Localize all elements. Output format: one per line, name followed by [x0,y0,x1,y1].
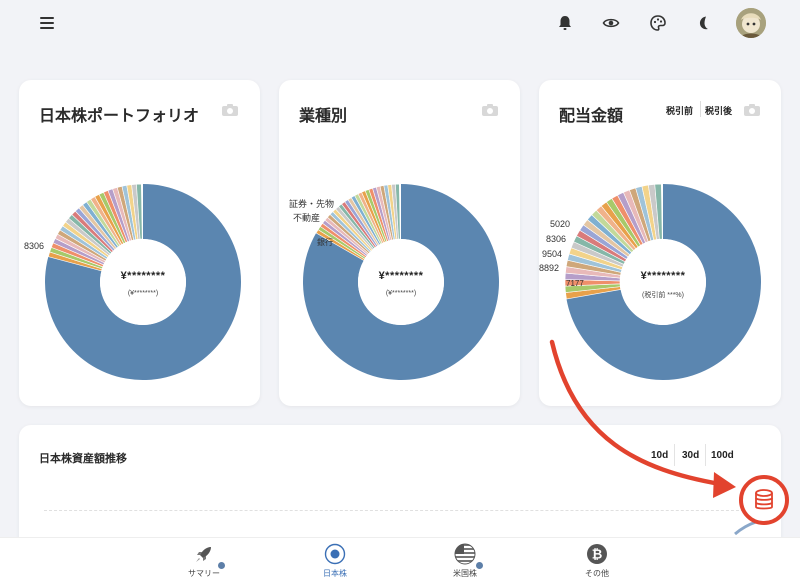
database-icon [755,489,773,510]
range-100d-button[interactable]: 100d [711,450,734,461]
card-title: 日本株ポートフォリオ [39,108,200,125]
donut-hole [358,239,444,325]
hamburger-icon[interactable] [40,15,58,31]
nav-other[interactable]: ₿ その他 [557,538,637,582]
slice-label: 証券・先物 [289,199,335,209]
range-30d-button[interactable]: 30d [682,450,699,461]
card-title: 配当金額 [559,108,624,125]
nav-label: その他 [585,569,609,578]
dividend-total: ¥******** [640,270,686,282]
range-10d-button[interactable]: 10d [651,450,668,461]
bitcoin-icon: ₿ [587,544,607,564]
camera-icon[interactable] [481,103,499,117]
card-title: 業種別 [299,108,348,125]
bell-icon[interactable] [556,14,574,32]
avatar[interactable] [736,8,766,38]
rocket-icon [196,547,211,562]
divider [700,101,701,117]
sector-card: 業種別 ¥******** (¥********) 証券・先物 不動産 銀行 [279,80,520,406]
palette-icon[interactable] [649,14,667,32]
nav-label: サマリー [188,569,220,578]
slice-label: 8892 [539,263,560,273]
camera-icon[interactable] [743,103,761,117]
nav-us-stocks[interactable]: 米国株 [425,538,505,582]
eye-icon[interactable] [602,14,620,32]
nav-label: 米国株 [453,569,477,578]
card-title: 日本株資産額推移 [39,453,127,465]
slice-label: 8306 [546,234,567,244]
slice-label: 5020 [550,219,571,229]
moon-icon[interactable] [696,14,714,32]
divider [674,444,675,466]
donut-hole [100,239,186,325]
portfolio-card: 日本株ポートフォリオ ¥******** (¥********) 8306 [19,80,260,406]
sector-total-sub: (¥********) [385,290,417,297]
nav-summary[interactable]: サマリー [164,538,244,582]
tax-before-toggle[interactable]: 税引前 [666,104,693,117]
slice-label: 不動産 [293,213,321,223]
portfolio-total-sub: (¥********) [127,290,159,297]
dividend-total-sub: (税引前 ***%) [641,292,684,299]
sector-total: ¥******** [378,270,424,282]
sector-donut-chart [303,183,499,380]
tax-after-toggle[interactable]: 税引後 [705,104,732,117]
nav-japan-stocks[interactable]: 日本株 [295,538,375,582]
chart-gridline [44,510,754,511]
dividend-donut-chart [564,183,761,380]
donut-hole [620,239,706,325]
dividend-card: 配当金額 税引前 税引後 ¥******** (税引前 ***%) 5020 8… [539,80,781,406]
divider [705,444,706,466]
slice-label: 9504 [542,249,563,259]
slice-label: 7177 [566,279,584,288]
slice-label: 8306 [24,241,45,251]
nav-label: 日本株 [323,569,347,578]
slice-label: 銀行 [317,238,333,247]
top-bar [0,0,800,50]
us-flag-icon [454,543,476,565]
portfolio-donut-chart [45,183,241,380]
portfolio-total: ¥******** [120,270,166,282]
bottom-navigation: サマリー 日本株 米国株 ₿ その他 [0,537,800,582]
svg-text:₿: ₿ [592,547,603,562]
camera-icon[interactable] [221,103,239,117]
circle-target-icon [324,543,346,565]
database-button[interactable] [739,475,789,525]
